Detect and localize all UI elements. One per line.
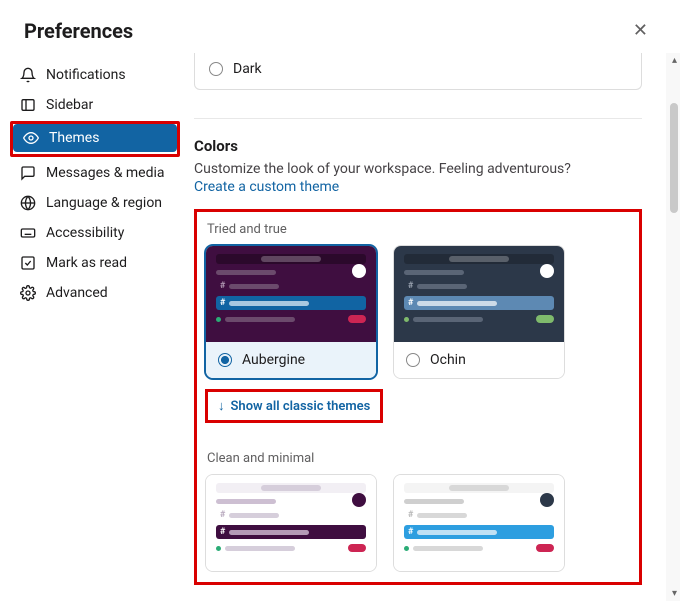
sidebar-item-label: Messages & media [46, 165, 165, 181]
scroll-thumb[interactable] [670, 103, 678, 213]
show-all-classic-themes-link[interactable]: ↓ Show all classic themes [205, 389, 383, 423]
sidebar-item-themes[interactable]: Themes [13, 124, 177, 152]
scroll-down-arrow[interactable]: ▾ [672, 588, 677, 599]
tried-true-label: Tried and true [207, 222, 631, 237]
dark-mode-label: Dark [233, 61, 262, 77]
theme-card-clean-1[interactable]: # # [205, 474, 377, 572]
sidebar-item-messages-media[interactable]: Messages & media [10, 159, 180, 187]
sidebar-item-label: Accessibility [46, 225, 124, 241]
sidebar-item-advanced[interactable]: Advanced [10, 279, 180, 307]
radio-unchecked-icon [209, 62, 223, 76]
sidebar-item-label: Sidebar [46, 97, 93, 113]
sidebar-item-label: Language & region [46, 195, 162, 211]
clean-minimal-label: Clean and minimal [207, 451, 631, 466]
color-mode-option-dark[interactable]: Dark [194, 53, 642, 90]
scroll-up-arrow[interactable]: ▴ [672, 55, 677, 66]
sidebar-item-label: Themes [49, 130, 99, 146]
theme-name: Aubergine [242, 352, 305, 368]
radio-unchecked-icon [406, 353, 420, 367]
eye-icon [23, 130, 39, 146]
sidebar-item-label: Mark as read [46, 255, 127, 271]
colors-heading: Colors [194, 137, 642, 155]
close-icon: ✕ [633, 20, 648, 40]
arrow-down-icon: ↓ [218, 398, 225, 414]
radio-selected-icon [218, 353, 232, 367]
theme-card-clean-2[interactable]: # # [393, 474, 565, 572]
sidebar-item-sidebar[interactable]: Sidebar [10, 91, 180, 119]
content-pane: ▴ ▾ Dark Colors Customize the look of yo… [190, 53, 680, 601]
page-title: Preferences [24, 19, 133, 43]
close-button[interactable]: ✕ [625, 16, 656, 45]
show-all-label: Show all classic themes [231, 399, 371, 414]
sidebar-item-language-region[interactable]: Language & region [10, 189, 180, 217]
keyboard-icon [20, 225, 36, 241]
colors-description: Customize the look of your workspace. Fe… [194, 161, 642, 177]
theme-card-aubergine[interactable]: # # Aubergine [205, 245, 377, 379]
message-icon [20, 165, 36, 181]
preferences-sidebar: Notifications Sidebar Themes Messages & … [0, 53, 190, 601]
gear-icon [20, 285, 36, 301]
divider [194, 118, 642, 119]
sidebar-item-mark-as-read[interactable]: Mark as read [10, 249, 180, 277]
theme-name: Ochin [430, 352, 466, 368]
sidebar-item-accessibility[interactable]: Accessibility [10, 219, 180, 247]
bell-icon [20, 67, 36, 83]
theme-card-ochin[interactable]: # # Ochin [393, 245, 565, 379]
panel-left-icon [20, 97, 36, 113]
themes-highlight-box: Tried and true # # Aubergine [194, 209, 642, 585]
sidebar-item-label: Advanced [46, 285, 108, 301]
check-square-icon [20, 255, 36, 271]
globe-icon [20, 195, 36, 211]
scrollbar[interactable]: ▴ ▾ [666, 53, 680, 601]
sidebar-item-label: Notifications [46, 67, 126, 83]
create-custom-theme-link[interactable]: Create a custom theme [194, 179, 642, 195]
sidebar-item-notifications[interactable]: Notifications [10, 61, 180, 89]
